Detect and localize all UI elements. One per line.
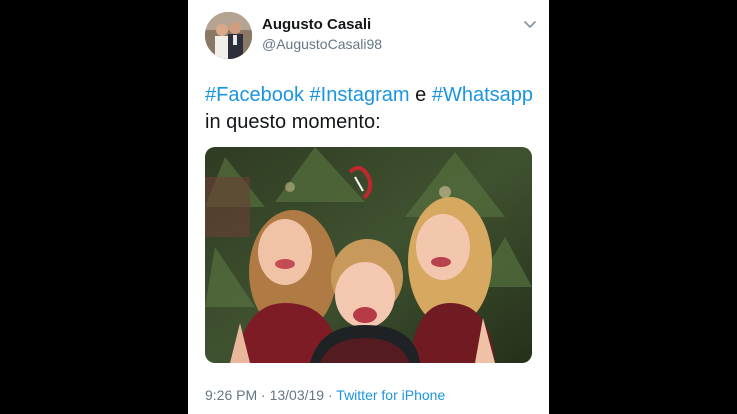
meta-separator-2: · <box>327 387 333 403</box>
avatar[interactable] <box>205 12 252 59</box>
author-display-name[interactable]: Augusto Casali <box>262 16 371 33</box>
tweet-time[interactable]: 9:26 PM <box>205 387 257 403</box>
tweet-date[interactable]: 13/03/19 <box>270 387 325 403</box>
tweet-photo[interactable] <box>205 147 532 363</box>
hashtag-whatsapp[interactable]: #Whatsapp <box>432 84 533 106</box>
tweet-card: Augusto Casali @AugustoCasali98 #Faceboo… <box>188 0 549 414</box>
author-handle[interactable]: @AugustoCasali98 <box>262 36 382 52</box>
hashtag-instagram[interactable]: #Instagram <box>310 84 410 106</box>
meta-separator: · <box>261 387 266 403</box>
tweet-meta: 9:26 PM · 13/03/19 · Twitter for iPhone <box>205 387 445 403</box>
tweet-text: #Facebook e#Instagram e #Whatsapp in que… <box>205 82 540 136</box>
hashtag-facebook[interactable]: #Facebook <box>205 84 304 106</box>
tweet-connector-word: e <box>415 84 427 106</box>
tweet-source[interactable]: Twitter for iPhone <box>336 387 445 403</box>
chevron-down-icon[interactable] <box>523 20 537 30</box>
tweet-text-line: in questo momento: <box>205 111 381 133</box>
